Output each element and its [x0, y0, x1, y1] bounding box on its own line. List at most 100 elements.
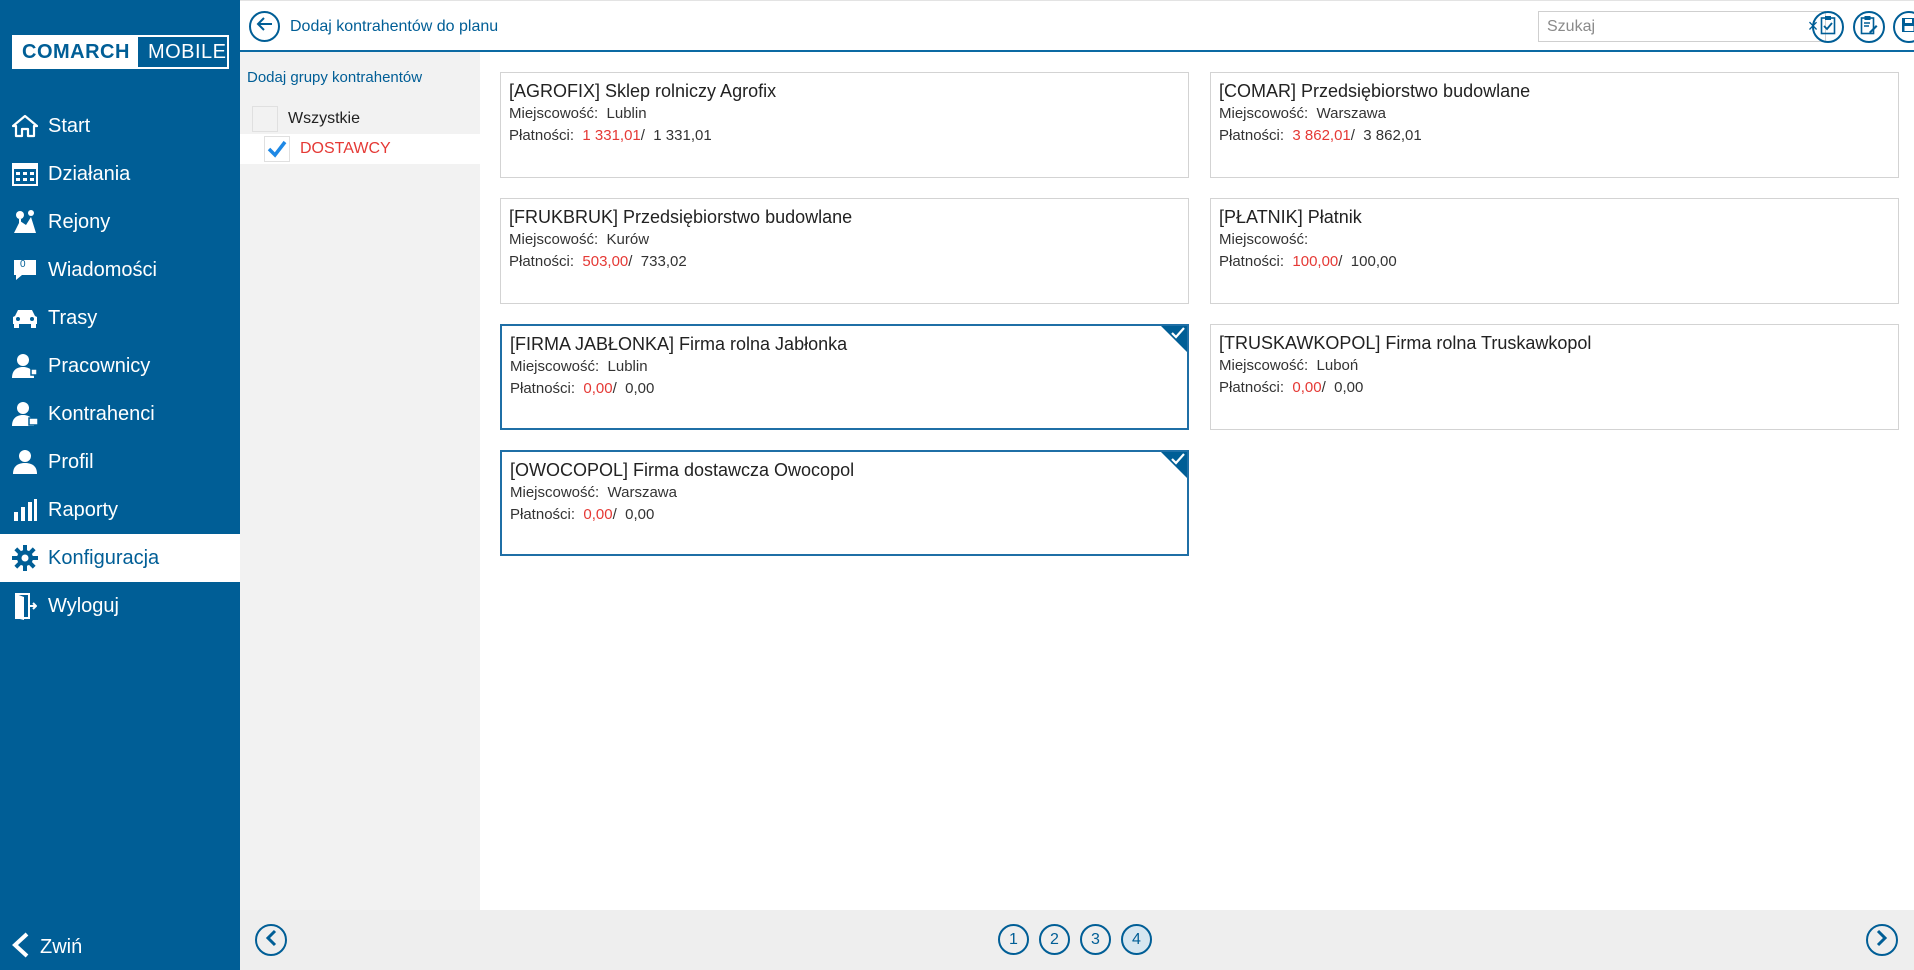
payments-due: 3 862,01	[1292, 127, 1351, 144]
contractor-city-row: Miejscowość: Luboń	[1219, 355, 1890, 377]
clipboard-edit-icon	[1860, 15, 1878, 40]
group-label: Wszystkie	[288, 110, 360, 127]
city-label: Miejscowość:	[1219, 105, 1309, 122]
page-button-2[interactable]: 2	[1039, 924, 1070, 955]
group-item-dostawcy[interactable]: DOSTAWCY	[240, 134, 480, 164]
contractor-city-row: Miejscowość: Kurów	[509, 229, 1180, 251]
sidebar-item-label: Pracownicy	[48, 354, 151, 377]
next-page-button[interactable]	[1866, 924, 1898, 956]
contractor-name: [OWOCOPOL] Firma dostawcza Owocopol	[510, 460, 855, 480]
page-title: Dodaj kontrahentów do planu	[290, 18, 499, 35]
payments-separator: /	[1321, 379, 1326, 396]
group-label: DOSTAWCY	[300, 140, 391, 157]
contractor-city-row: Miejscowość: Warszawa	[1219, 103, 1890, 125]
contractor-city-row: Miejscowość: Lublin	[509, 103, 1180, 125]
city-value: Warszawa	[1316, 105, 1386, 122]
checkmark-icon	[1171, 327, 1185, 339]
city-label: Miejscowość:	[510, 358, 600, 375]
contractor-card[interactable]: [COMAR] Przedsiębiorstwo budowlane Miejs…	[1210, 72, 1899, 178]
contractor-card-selected[interactable]: [FIRMA JABŁONKA] Firma rolna Jabłonka Mi…	[500, 324, 1189, 430]
payments-due: 100,00	[1292, 253, 1339, 270]
city-value: Lublin	[607, 358, 648, 375]
city-value: Kurów	[606, 231, 650, 248]
sidebar-item-wyloguj[interactable]: Wyloguj	[0, 582, 240, 630]
payments-label: Płatności:	[1219, 127, 1285, 144]
payments-due: 0,00	[583, 380, 613, 397]
top-bar: Dodaj kontrahentów do planu ×	[240, 0, 1914, 52]
payments-separator: /	[1350, 127, 1355, 144]
payments-total: 100,00	[1350, 253, 1397, 270]
collapse-sidebar-button[interactable]: Zwiń	[0, 924, 240, 970]
save-button[interactable]	[1893, 11, 1914, 43]
sidebar-item-profil[interactable]: Profil	[0, 438, 240, 486]
group-checkbox[interactable]	[264, 136, 290, 162]
contractor-name: [TRUSKAWKOPOL] Firma rolna Truskawkopol	[1219, 333, 1592, 353]
payments-label: Płatności:	[1219, 379, 1285, 396]
payments-total: 3 862,01	[1363, 127, 1422, 144]
contractors-icon	[10, 399, 40, 429]
page-button-1[interactable]: 1	[998, 924, 1029, 955]
contractor-card[interactable]: [AGROFIX] Sklep rolniczy Agrofix Miejsco…	[500, 72, 1189, 178]
sidebar-item-dzialania[interactable]: Działania	[0, 150, 240, 198]
sidebar-item-label: Raporty	[48, 498, 119, 521]
select-all-button[interactable]	[1812, 11, 1844, 43]
sidebar-item-pracownicy[interactable]: Pracownicy	[0, 342, 240, 390]
sidebar-item-konfiguracja[interactable]: Konfiguracja	[0, 534, 240, 582]
calendar-icon	[10, 159, 40, 189]
contractor-card[interactable]: [TRUSKAWKOPOL] Firma rolna Truskawkopol …	[1210, 324, 1899, 430]
search-input[interactable]	[1539, 12, 1801, 41]
payments-due: 0,00	[583, 506, 613, 523]
logo-right-text: MOBILE	[147, 40, 227, 63]
checkmark-icon	[267, 140, 287, 158]
city-label: Miejscowość:	[509, 105, 599, 122]
sidebar-item-rejony[interactable]: Rejony	[0, 198, 240, 246]
contractor-payments-row: Płatności: 1 331,01/ 1 331,01	[509, 125, 1180, 147]
page-button-3[interactable]: 3	[1080, 924, 1111, 955]
sidebar-nav: Start Działania Rejony 0 Wiadomości Tras…	[0, 102, 240, 630]
logout-icon	[10, 591, 40, 621]
employees-icon	[10, 351, 40, 381]
page-numbers: 1 2 3 4	[998, 924, 1152, 955]
payments-label: Płatności:	[510, 380, 576, 397]
edit-list-button[interactable]	[1853, 11, 1885, 43]
city-value: Luboń	[1316, 357, 1359, 374]
sidebar-item-trasy[interactable]: Trasy	[0, 294, 240, 342]
sidebar-item-start[interactable]: Start	[0, 102, 240, 150]
car-icon	[10, 303, 40, 333]
contractor-name: [FIRMA JABŁONKA] Firma rolna Jabłonka	[510, 334, 848, 354]
contractor-card-selected[interactable]: [OWOCOPOL] Firma dostawcza Owocopol Miej…	[500, 450, 1189, 556]
sidebar-item-label: Trasy	[48, 306, 98, 329]
group-item-wszystkie[interactable]: Wszystkie	[240, 104, 480, 134]
clipboard-check-icon	[1820, 15, 1836, 40]
user-icon	[10, 447, 40, 477]
contractor-payments-row: Płatności: 3 862,01/ 3 862,01	[1219, 125, 1890, 147]
sidebar-item-wiadomosci[interactable]: 0 Wiadomości	[0, 246, 240, 294]
page-button-4[interactable]: 4	[1121, 924, 1152, 955]
comarch-mobile-logo: COMARCH MOBILE	[12, 35, 229, 69]
back-button[interactable]	[249, 11, 280, 42]
gear-icon	[10, 543, 40, 573]
city-value: Lublin	[606, 105, 647, 122]
sidebar-item-raporty[interactable]: Raporty	[0, 486, 240, 534]
payments-separator: /	[612, 506, 617, 523]
contractor-card[interactable]: [FRUKBRUK] Przedsiębiorstwo budowlane Mi…	[500, 198, 1189, 304]
search-box: ×	[1538, 11, 1826, 42]
sidebar: COMARCH MOBILE Start Działania Rejony 0 …	[0, 0, 240, 970]
city-label: Miejscowość:	[509, 231, 599, 248]
floppy-disk-icon	[1901, 17, 1914, 38]
group-checkbox[interactable]	[252, 106, 278, 132]
payments-due: 503,00	[582, 253, 629, 270]
payments-separator: /	[640, 127, 645, 144]
payments-separator: /	[612, 380, 617, 397]
city-label: Miejscowość:	[1219, 357, 1309, 374]
sidebar-item-kontrahenci[interactable]: Kontrahenci	[0, 390, 240, 438]
contractor-card[interactable]: [PŁATNIK] Płatnik Miejscowość: Płatności…	[1210, 198, 1899, 304]
home-icon	[10, 111, 40, 141]
groups-panel: Dodaj grupy kontrahentów Wszystkie DOSTA…	[240, 52, 480, 910]
chevron-left-icon	[10, 932, 32, 963]
logo-left-text: COMARCH	[14, 37, 138, 67]
payments-total: 0,00	[625, 506, 655, 523]
payments-label: Płatności:	[509, 253, 575, 270]
previous-page-button[interactable]	[255, 924, 287, 956]
sidebar-item-label: Profil	[48, 450, 94, 473]
